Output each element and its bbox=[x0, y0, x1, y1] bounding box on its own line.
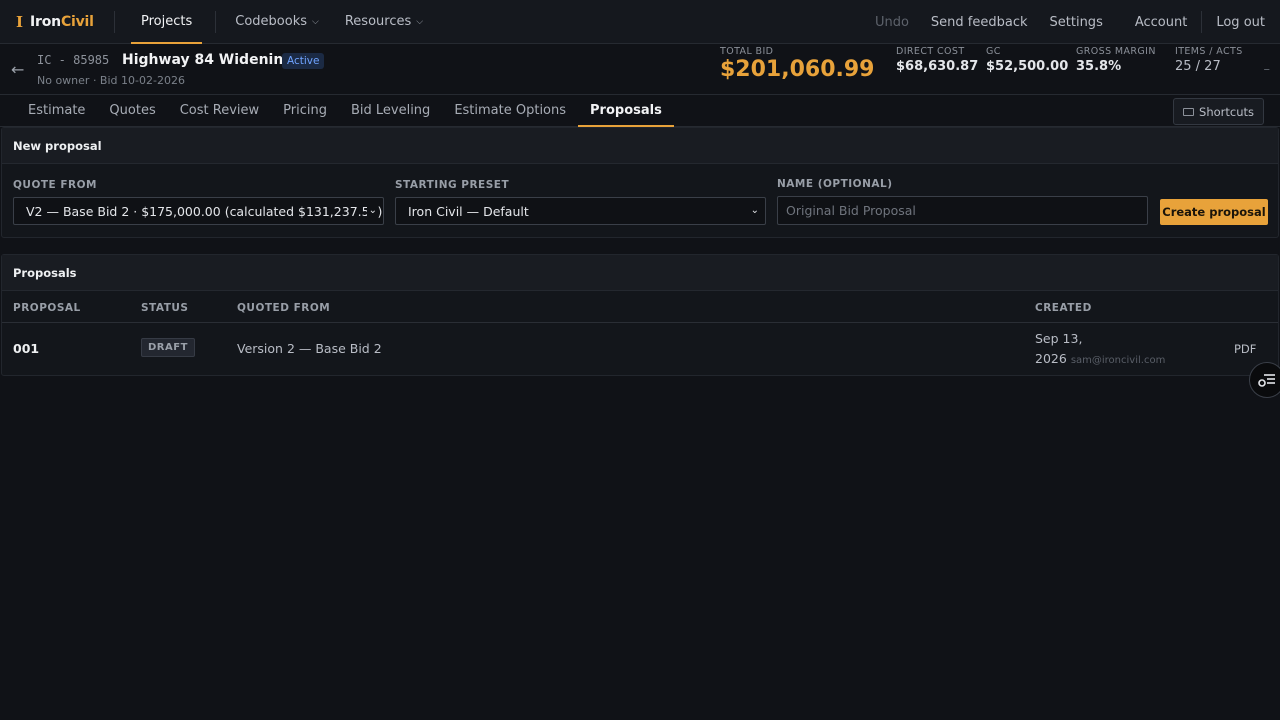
metric-gc: GC $52,500.00 bbox=[986, 46, 1069, 74]
tab-bid-leveling[interactable]: Bid Leveling bbox=[339, 95, 442, 127]
total-bid-value: $201,060.99 bbox=[720, 57, 875, 82]
send-feedback-link[interactable]: Send feedback bbox=[920, 15, 1039, 30]
logout-link[interactable]: Log out bbox=[1205, 15, 1280, 30]
proposals-title: Proposals bbox=[2, 255, 1278, 291]
metric-direct-cost: DIRECT COST $68,630.87 bbox=[896, 46, 979, 74]
created-date: 2026 sam@ironcivil.com bbox=[1035, 351, 1166, 366]
nav-divider bbox=[114, 10, 115, 33]
starting-preset-select[interactable]: Iron Civil — Default ⌄ bbox=[395, 197, 766, 225]
chevron-down-icon: ⌵ bbox=[416, 16, 424, 27]
undo-button[interactable]: Undo bbox=[864, 15, 920, 30]
project-subtitle: No owner · Bid 10-02-2026 bbox=[37, 74, 185, 87]
nav-divider bbox=[215, 10, 217, 33]
metric-extra: – bbox=[1263, 62, 1271, 77]
pdf-link[interactable]: PDF bbox=[1234, 342, 1256, 356]
proposal-name-input[interactable]: Original Bid Proposal bbox=[777, 196, 1148, 225]
new-proposal-title: New proposal bbox=[2, 128, 1278, 164]
settings-link[interactable]: Settings bbox=[1039, 15, 1114, 30]
metric-items-acts: ITEMS / ACTS 25 / 27 bbox=[1175, 46, 1243, 74]
col-proposal[interactable]: PROPOSAL bbox=[13, 302, 81, 314]
nav-resources[interactable]: Resources ⌵ bbox=[335, 0, 433, 44]
tab-estimate[interactable]: Estimate bbox=[16, 95, 97, 127]
tab-estimate-options[interactable]: Estimate Options bbox=[442, 95, 578, 127]
chevron-down-icon: ⌄ bbox=[366, 205, 377, 216]
tab-quotes[interactable]: Quotes bbox=[97, 95, 167, 127]
nav-codebooks[interactable]: Codebooks ⌵ bbox=[225, 0, 329, 44]
tab-cost-review[interactable]: Cost Review bbox=[168, 95, 271, 127]
chevron-down-icon: ⌄ bbox=[748, 205, 759, 216]
col-created[interactable]: CREATED bbox=[1035, 302, 1092, 314]
metric-gross-margin: GROSS MARGIN 35.8% bbox=[1076, 46, 1156, 74]
status-badge: Active bbox=[282, 53, 325, 69]
quote-from-select[interactable]: V2 — Base Bid 2 · $175,000.00 (calculate… bbox=[13, 197, 384, 225]
logo[interactable]: I IronCivil bbox=[0, 13, 114, 31]
shortcuts-button[interactable]: Shortcuts bbox=[1173, 98, 1264, 125]
project-header: ← IC - 85985 Highway 84 Widening Active … bbox=[0, 44, 1280, 95]
filter-settings-fab[interactable] bbox=[1249, 362, 1280, 398]
create-proposal-button[interactable]: Create proposal bbox=[1160, 199, 1268, 225]
created-by: sam@ironcivil.com bbox=[1070, 355, 1166, 366]
proposals-panel: Proposals PROPOSAL STATUS QUOTED FROM CR… bbox=[1, 254, 1279, 376]
keyboard-icon bbox=[1183, 107, 1195, 116]
table-header: PROPOSAL STATUS QUOTED FROM CREATED bbox=[2, 291, 1278, 323]
quoted-from-value: Version 2 — Base Bid 2 bbox=[237, 341, 382, 356]
tab-pricing[interactable]: Pricing bbox=[271, 95, 339, 127]
sub-tabs: Estimate Quotes Cost Review Pricing Bid … bbox=[0, 95, 1280, 127]
chevron-down-icon: ⌵ bbox=[312, 16, 319, 27]
project-name: Highway 84 Widening bbox=[122, 52, 294, 68]
col-status[interactable]: STATUS bbox=[141, 302, 188, 314]
metric-total-bid: TOTAL BID $201,060.99 bbox=[720, 46, 875, 82]
name-label: NAME (OPTIONAL) bbox=[777, 178, 893, 190]
filter-list-icon bbox=[1258, 374, 1275, 387]
project-code: IC - 85985 bbox=[37, 53, 110, 67]
starting-preset-label: STARTING PRESET bbox=[395, 179, 510, 191]
created-date-line1: Sep 13, bbox=[1035, 331, 1083, 346]
proposal-number[interactable]: 001 bbox=[13, 341, 39, 356]
arrow-left-icon[interactable]: ← bbox=[11, 60, 24, 79]
new-proposal-panel: New proposal QUOTE FROM V2 — Base Bid 2 … bbox=[1, 127, 1279, 238]
nav-projects[interactable]: Projects bbox=[131, 0, 203, 44]
tab-proposals[interactable]: Proposals bbox=[578, 95, 674, 127]
logo-mark: I bbox=[16, 12, 24, 31]
top-nav: I IronCivil Projects Codebooks ⌵ Resource… bbox=[0, 0, 1280, 44]
nav-divider bbox=[1201, 11, 1203, 33]
col-quoted-from[interactable]: QUOTED FROM bbox=[237, 302, 330, 314]
account-link[interactable]: Account bbox=[1124, 15, 1199, 30]
table-row[interactable]: 001 DRAFT Version 2 — Base Bid 2 Sep 13,… bbox=[2, 323, 1278, 375]
quote-from-label: QUOTE FROM bbox=[13, 179, 98, 191]
logo-text: IronCivil bbox=[30, 13, 94, 30]
status-badge: DRAFT bbox=[141, 338, 195, 357]
